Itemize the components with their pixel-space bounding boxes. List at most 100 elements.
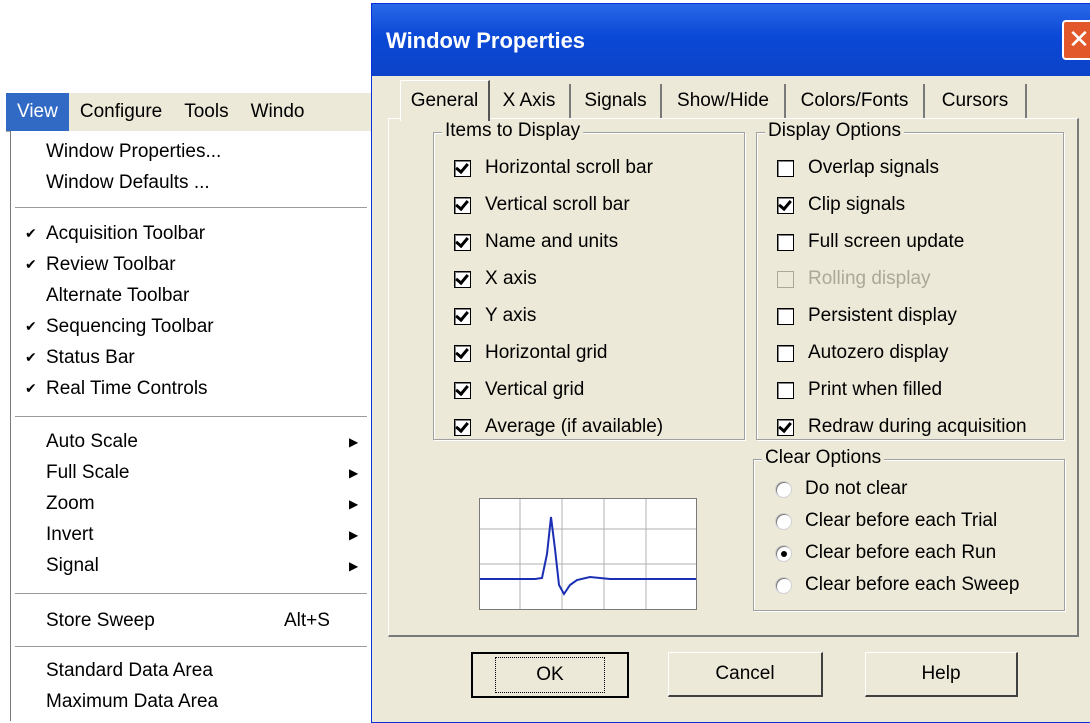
menu-item-auto-scale[interactable]: Auto Scale ▶ (11, 427, 371, 457)
checkbox-box (777, 270, 794, 288)
menu-item-alternate-toolbar[interactable]: Alternate Toolbar (11, 281, 371, 311)
group-legend: Items to Display (442, 120, 584, 142)
menu-item-label: Auto Scale (46, 431, 138, 452)
group-legend: Display Options (765, 120, 905, 142)
menu-item-label: Maximum Data Area (46, 691, 219, 712)
check-mark-icon: ✔ (25, 349, 37, 365)
checkbox-name-and-units[interactable]: Name and units (454, 231, 618, 253)
menu-item-label: Full Scale (46, 462, 130, 483)
checkbox-label: Vertical grid (485, 379, 585, 400)
radio-clear-before-each-trial[interactable]: Clear before each Trial (776, 510, 997, 532)
checkbox-redraw-during-acquisition[interactable]: Redraw during acquisition (777, 416, 1027, 438)
menu-separator (15, 646, 367, 648)
menu-item-window-defaults[interactable]: Window Defaults ... (11, 168, 371, 198)
tab-signals[interactable]: Signals (571, 84, 662, 118)
radio-label: Clear before each Sweep (805, 574, 1020, 595)
radio-label: Clear before each Run (805, 542, 997, 563)
submenu-arrow-icon: ▶ (349, 497, 359, 511)
checkbox-box (454, 381, 471, 399)
checkbox-persistent-display[interactable]: Persistent display (777, 305, 957, 327)
checkbox-y-axis[interactable]: Y axis (454, 305, 536, 327)
checkbox-average[interactable]: Average (if available) (454, 416, 663, 438)
tab-label: General (410, 90, 479, 111)
checkbox-label: Persistent display (808, 305, 957, 326)
checkbox-clip-signals[interactable]: Clip signals (777, 194, 905, 216)
menu-item-window-properties[interactable]: Window Properties... (11, 137, 371, 167)
checkbox-label: Clip signals (808, 194, 906, 215)
radio-do-not-clear[interactable]: Do not clear (776, 478, 907, 500)
menu-item-shortcut: Alt+S (284, 610, 330, 631)
checkbox-x-axis[interactable]: X axis (454, 268, 537, 290)
help-button[interactable]: Help (865, 652, 1018, 697)
checkbox-label: Y axis (485, 305, 537, 326)
checkbox-label: X axis (485, 268, 537, 289)
checkbox-full-screen-update[interactable]: Full screen update (777, 231, 964, 253)
menu-item-acquisition-toolbar[interactable]: ✔ Acquisition Toolbar (11, 219, 371, 249)
tab-label: Show/Hide (677, 90, 769, 111)
menu-item-signal[interactable]: Signal ▶ (11, 551, 371, 581)
checkbox-label: Overlap signals (808, 157, 939, 178)
menu-item-maximum-data-area[interactable]: Maximum Data Area (11, 687, 371, 717)
checkbox-label: Full screen update (808, 231, 965, 252)
menu-item-status-bar[interactable]: ✔ Status Bar (11, 343, 371, 373)
checkbox-print-when-filled[interactable]: Print when filled (777, 379, 942, 401)
menu-item-standard-data-area[interactable]: Standard Data Area (11, 656, 371, 686)
checkbox-rolling-display: Rolling display (777, 268, 931, 290)
checkbox-box (454, 270, 471, 288)
checkbox-box (777, 418, 794, 436)
checkbox-label: Average (if available) (485, 416, 664, 437)
menu-bar: View Configure Tools Windo (6, 93, 374, 132)
menu-item-full-scale[interactable]: Full Scale ▶ (11, 458, 371, 488)
menu-item-invert[interactable]: Invert ▶ (11, 520, 371, 550)
menu-configure[interactable]: Configure (69, 93, 173, 131)
menu-item-zoom[interactable]: Zoom ▶ (11, 489, 371, 519)
tab-colors-fonts[interactable]: Colors/Fonts (786, 84, 925, 118)
tab-label: Cursors (941, 90, 1009, 111)
submenu-arrow-icon: ▶ (349, 466, 359, 480)
menu-separator (15, 416, 367, 418)
tab-label: Colors/Fonts (800, 90, 909, 111)
menu-configure-label: Configure (79, 101, 163, 122)
window-properties-dialog: Window Properties ✕ General X Axis Signa… (371, 3, 1090, 723)
checkbox-horizontal-scroll-bar[interactable]: Horizontal scroll bar (454, 157, 653, 179)
menu-item-label: Status Bar (46, 347, 135, 368)
radio-clear-before-each-run[interactable]: Clear before each Run (776, 542, 996, 564)
radio-button (776, 577, 791, 593)
radio-label: Clear before each Trial (805, 510, 998, 531)
close-icon[interactable]: ✕ (1062, 20, 1090, 60)
checkbox-label: Rolling display (808, 268, 931, 289)
menu-item-label: Window Defaults ... (46, 172, 210, 193)
menu-view[interactable]: View (6, 93, 69, 131)
dialog-title: Window Properties (386, 28, 586, 53)
tab-cursors[interactable]: Cursors (925, 84, 1027, 118)
check-mark-icon: ✔ (25, 318, 37, 334)
menu-item-sequencing-toolbar[interactable]: ✔ Sequencing Toolbar (11, 312, 371, 342)
tab-show-hide[interactable]: Show/Hide (662, 84, 786, 118)
checkbox-autozero-display[interactable]: Autozero display (777, 342, 948, 364)
checkbox-label: Print when filled (808, 379, 943, 400)
check-mark-icon: ✔ (25, 225, 37, 241)
tab-general[interactable]: General (400, 80, 490, 121)
checkbox-vertical-scroll-bar[interactable]: Vertical scroll bar (454, 194, 630, 216)
menu-item-label: Invert (46, 524, 94, 545)
menu-tools-label: Tools (184, 101, 229, 122)
menu-item-store-sweep[interactable]: Store Sweep Alt+S (11, 606, 371, 636)
check-mark-icon: ✔ (25, 380, 37, 396)
checkbox-vertical-grid[interactable]: Vertical grid (454, 379, 584, 401)
checkbox-overlap-signals[interactable]: Overlap signals (777, 157, 939, 179)
dialog-title-bar[interactable]: Window Properties ✕ (372, 4, 1090, 76)
radio-clear-before-each-sweep[interactable]: Clear before each Sweep (776, 574, 1019, 596)
checkbox-box (777, 307, 794, 325)
menu-item-label: Zoom (46, 493, 95, 514)
cancel-button[interactable]: Cancel (668, 652, 823, 697)
menu-item-real-time-controls[interactable]: ✔ Real Time Controls (11, 374, 371, 404)
menu-item-review-toolbar[interactable]: ✔ Review Toolbar (11, 250, 371, 280)
checkbox-label: Name and units (485, 231, 619, 252)
ok-button[interactable]: OK (471, 652, 629, 698)
tab-label: X Axis (502, 90, 556, 111)
menu-window[interactable]: Windo (240, 93, 316, 131)
menu-tools[interactable]: Tools (173, 93, 239, 131)
menu-item-label: Acquisition Toolbar (46, 223, 206, 244)
tab-x-axis[interactable]: X Axis (489, 84, 571, 118)
checkbox-horizontal-grid[interactable]: Horizontal grid (454, 342, 608, 364)
